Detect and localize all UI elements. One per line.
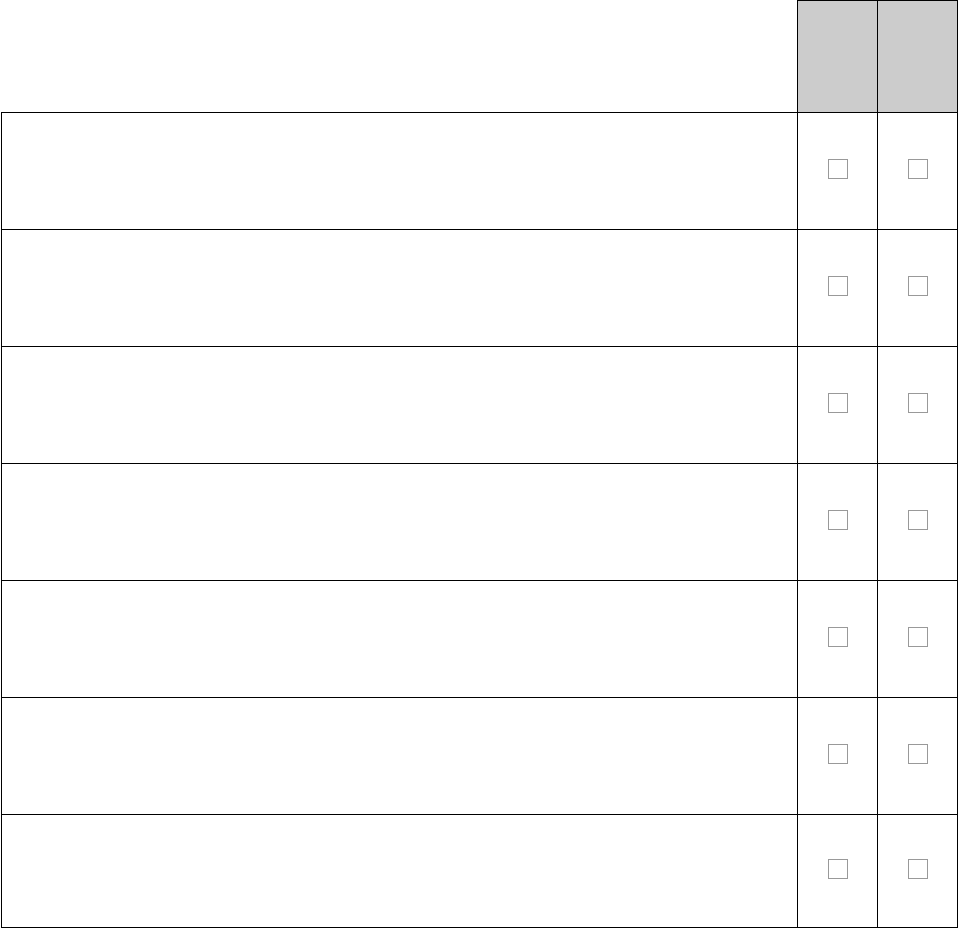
check-cell (798, 347, 878, 464)
table-row (2, 230, 958, 347)
check-cell (878, 698, 958, 815)
table-row (2, 347, 958, 464)
checkbox[interactable] (828, 744, 848, 764)
table-row (2, 581, 958, 698)
table-row (2, 464, 958, 581)
check-cell (878, 230, 958, 347)
header-label-cell (2, 1, 798, 113)
checkbox[interactable] (908, 159, 928, 179)
checkbox[interactable] (828, 159, 848, 179)
header-col-2 (878, 1, 958, 113)
header-row (2, 1, 958, 113)
check-cell (878, 464, 958, 581)
checkbox[interactable] (908, 859, 928, 879)
check-cell (798, 581, 878, 698)
checkbox[interactable] (828, 276, 848, 296)
row-label (2, 581, 798, 698)
checkbox[interactable] (908, 393, 928, 413)
check-cell (878, 113, 958, 230)
checklist-table (1, 0, 958, 928)
row-label (2, 347, 798, 464)
table-row (2, 815, 958, 928)
check-cell (798, 464, 878, 581)
table-row (2, 113, 958, 230)
check-cell (878, 581, 958, 698)
checkbox[interactable] (828, 627, 848, 647)
checkbox[interactable] (828, 859, 848, 879)
row-label (2, 698, 798, 815)
check-cell (798, 815, 878, 928)
check-cell (878, 347, 958, 464)
table-row (2, 698, 958, 815)
check-cell (798, 113, 878, 230)
row-label (2, 230, 798, 347)
check-cell (798, 230, 878, 347)
row-label (2, 464, 798, 581)
checkbox[interactable] (908, 510, 928, 530)
checkbox[interactable] (908, 276, 928, 296)
checkbox[interactable] (908, 744, 928, 764)
row-label (2, 815, 798, 928)
check-cell (878, 815, 958, 928)
checkbox[interactable] (828, 510, 848, 530)
header-col-1 (798, 1, 878, 113)
check-cell (798, 698, 878, 815)
row-label (2, 113, 798, 230)
checkbox[interactable] (908, 627, 928, 647)
checkbox[interactable] (828, 393, 848, 413)
